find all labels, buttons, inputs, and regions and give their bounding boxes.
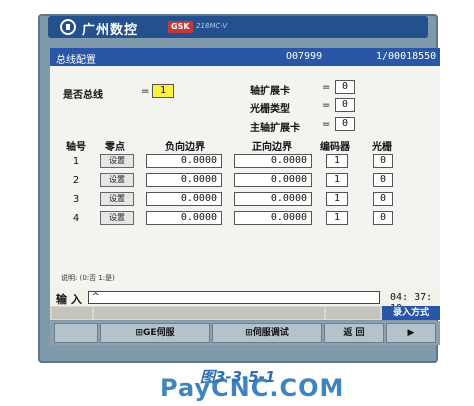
mode-badge: 录入方式 [382, 306, 440, 320]
softkey-next-arrow[interactable]: ▶ [386, 323, 436, 343]
col-axis: 轴号 [66, 142, 86, 153]
block-number: 1/00018550 [376, 51, 437, 62]
grating-field[interactable]: 0 [373, 173, 393, 187]
col-zero: 零点 [105, 142, 125, 153]
bus-label: 是否总线 [63, 90, 103, 101]
command-input[interactable]: ^ [88, 291, 380, 304]
pos-limit-field[interactable]: 0.0000 [234, 211, 312, 225]
encoder-field[interactable]: 1 [326, 211, 348, 225]
neg-limit-field[interactable]: 0.0000 [146, 192, 222, 206]
encoder-field[interactable]: 1 [326, 192, 348, 206]
bus-value-field[interactable]: 1 [152, 84, 174, 98]
cnc-screen: 总线配置 O07999 1/00018550 是否总线 = 1 轴扩展卡 = 0… [50, 48, 440, 297]
zero-set-button[interactable]: 设置 [100, 173, 134, 187]
softkey-blank[interactable] [54, 323, 98, 343]
input-row: 输 入 ^ 04: 37: 10 [50, 290, 440, 314]
neg-limit-field[interactable]: 0.0000 [146, 154, 222, 168]
legend-note: 说明: (0:否 1:是) [61, 274, 115, 282]
axis-number: 2 [72, 175, 80, 186]
softkey-bar: ⊞GE伺服 ⊞伺服调试 返 回 ▶ [50, 321, 440, 345]
grating-field[interactable]: 0 [373, 154, 393, 168]
status-cell [94, 307, 324, 319]
zero-set-button[interactable]: 设置 [100, 211, 134, 225]
spindle-card-eq: = [322, 119, 331, 130]
col-pos-limit: 正向边界 [252, 142, 292, 153]
grating-type-label: 光栅类型 [250, 104, 290, 115]
neg-limit-field[interactable]: 0.0000 [146, 211, 222, 225]
col-neg-limit: 负向边界 [165, 142, 205, 153]
pos-limit-field[interactable]: 0.0000 [234, 173, 312, 187]
model-number: 218MC-V [196, 22, 228, 30]
zero-set-button[interactable]: 设置 [100, 192, 134, 206]
softkey-servo-tuning[interactable]: ⊞伺服调试 [212, 323, 322, 343]
gsk-logo-icon [60, 19, 76, 35]
axis-number: 3 [72, 194, 80, 205]
grating-field[interactable]: 0 [373, 192, 393, 206]
spindle-card-field[interactable]: 0 [335, 117, 355, 131]
brand-name: 广州数控 [82, 23, 139, 38]
model-tag: GSK [168, 21, 193, 33]
axis-number: 4 [72, 213, 80, 224]
input-label: 输 入 [56, 293, 82, 306]
bus-eq: = [141, 86, 150, 97]
program-number: O07999 [286, 51, 323, 62]
encoder-field[interactable]: 1 [326, 154, 348, 168]
extension-card-field[interactable]: 0 [335, 80, 355, 94]
status-cell [52, 307, 92, 319]
status-cell [326, 307, 380, 319]
grating-type-field[interactable]: 0 [335, 98, 355, 112]
axis-number: 1 [72, 156, 80, 167]
encoder-field[interactable]: 1 [326, 173, 348, 187]
grating-type-eq: = [322, 100, 331, 111]
extension-card-label: 轴扩展卡 [250, 86, 290, 97]
pos-limit-field[interactable]: 0.0000 [234, 154, 312, 168]
col-grating: 光栅 [372, 142, 392, 153]
grating-field[interactable]: 0 [373, 211, 393, 225]
neg-limit-field[interactable]: 0.0000 [146, 173, 222, 187]
status-row: 录入方式 [50, 306, 440, 320]
pos-limit-field[interactable]: 0.0000 [234, 192, 312, 206]
spindle-card-label: 主轴扩展卡 [250, 123, 300, 134]
screen-title-bar: 总线配置 O07999 1/00018550 [50, 48, 440, 66]
page-title: 总线配置 [56, 55, 96, 66]
figure-caption: 图3-3-5-1 [200, 368, 276, 386]
softkey-back[interactable]: 返 回 [324, 323, 384, 343]
softkey-ge-servo[interactable]: ⊞GE伺服 [100, 323, 210, 343]
zero-set-button[interactable]: 设置 [100, 154, 134, 168]
extension-card-eq: = [322, 82, 331, 93]
col-encoder: 编码器 [320, 142, 350, 153]
